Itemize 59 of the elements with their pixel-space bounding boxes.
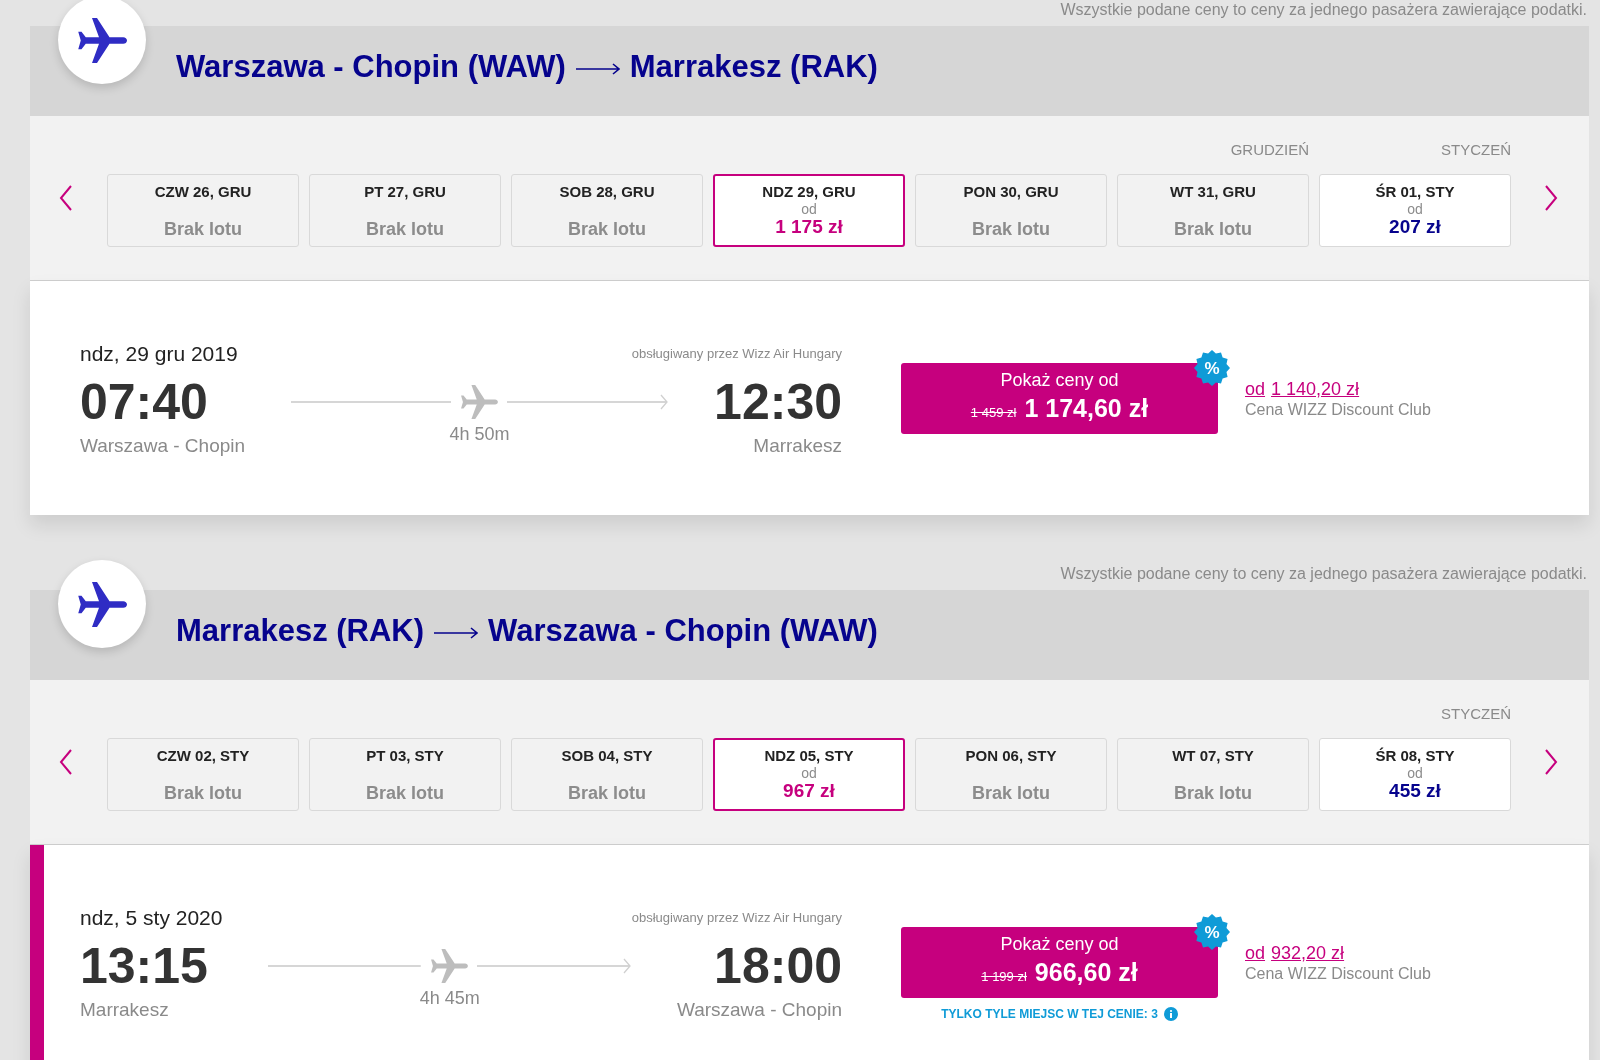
flight-duration: 4h 50m [449,423,510,445]
date-tab[interactable]: CZW 26, GRU Brak lotu [107,174,299,247]
discount-caption: Cena WIZZ Discount Club [1245,400,1431,420]
long-arrow-icon [575,63,620,75]
info-icon[interactable] [1163,1007,1178,1021]
date-tab[interactable]: WT 07, STY Brak lotu [1117,738,1309,811]
discount-from-link[interactable]: od [1245,378,1266,400]
discount-caption: Cena WIZZ Discount Club [1245,964,1431,984]
date-tab[interactable]: NDZ 29, GRU od 1 175 zł [713,174,905,247]
route-destination: Warszawa - Chopin (WAW) [488,612,878,650]
date-tab[interactable]: ŚR 01, STY od 207 zł [1319,174,1511,247]
departure-time: 07:40 [80,374,208,430]
chevron-right-icon [1544,749,1558,775]
date-tab[interactable]: ŚR 08, STY od 455 zł [1319,738,1511,811]
chevron-left-icon [59,185,73,211]
operator-text: obsługiwany przez Wizz Air Hungary [631,910,842,926]
price-note: Wszystkie podane ceny to ceny za jednego pasażera zawierające podatki. [1060,0,1587,20]
flight-date: ndz, 29 gru 2019 [80,341,238,367]
month-label: STYCZEŃ [1441,704,1511,724]
arrival-time: 18:00 [714,938,842,994]
date-tab[interactable]: PT 27, GRU Brak lotu [309,174,501,247]
destination-airport: Warszawa - Chopin [676,998,842,1022]
date-tab[interactable]: PON 30, GRU Brak lotu [915,174,1107,247]
route-origin: Warszawa - Chopin (WAW) [176,48,566,86]
date-tab[interactable]: WT 31, GRU Brak lotu [1117,174,1309,247]
airplane-icon [430,949,469,983]
route-destination: Marrakesz (RAK) [629,48,878,86]
discount-badge: % [1194,914,1230,950]
arrowhead-icon [622,958,631,974]
airplane-icon [460,385,499,419]
price-note: Wszystkie podane ceny to ceny za jednego pasażera zawierające podatki. [1060,564,1587,584]
chevron-left-icon [59,749,73,775]
departure-time: 13:15 [80,938,208,994]
date-tab[interactable]: SOB 28, GRU Brak lotu [511,174,703,247]
chevron-right-icon [1544,185,1558,211]
origin-airport: Marrakesz [80,998,169,1022]
long-arrow-icon [434,627,479,639]
date-tab[interactable]: SOB 04, STY Brak lotu [511,738,703,811]
flight-date: ndz, 5 sty 2020 [80,905,223,931]
month-label: GRUDZIEŃ [1230,140,1309,160]
origin-airport: Warszawa - Chopin [80,434,246,458]
arrowhead-icon [660,394,669,410]
date-tab[interactable]: NDZ 05, STY od 967 zł [713,738,905,811]
operator-text: obsługiwany przez Wizz Air Hungary [631,346,842,362]
destination-airport: Marrakesz [753,434,842,458]
route-origin: Marrakesz (RAK) [176,612,425,650]
seats-left-text: TYLKO TYLE MIEJSC W TEJ CENIE: 3 [941,1006,1158,1022]
airplane-icon [58,0,146,84]
airplane-icon [58,560,146,648]
date-tab[interactable]: PON 06, STY Brak lotu [915,738,1107,811]
discount-from-link[interactable]: od [1245,942,1266,964]
flight-duration: 4h 45m [419,987,480,1009]
discount-price-link[interactable]: 932,20 zł [1271,942,1345,964]
arrival-time: 12:30 [714,374,842,430]
month-label: STYCZEŃ [1441,140,1511,160]
discount-price-link[interactable]: 1 140,20 zł [1271,378,1360,400]
discount-badge: % [1194,350,1230,386]
date-tab[interactable]: PT 03, STY Brak lotu [309,738,501,811]
date-tab[interactable]: CZW 02, STY Brak lotu [107,738,299,811]
